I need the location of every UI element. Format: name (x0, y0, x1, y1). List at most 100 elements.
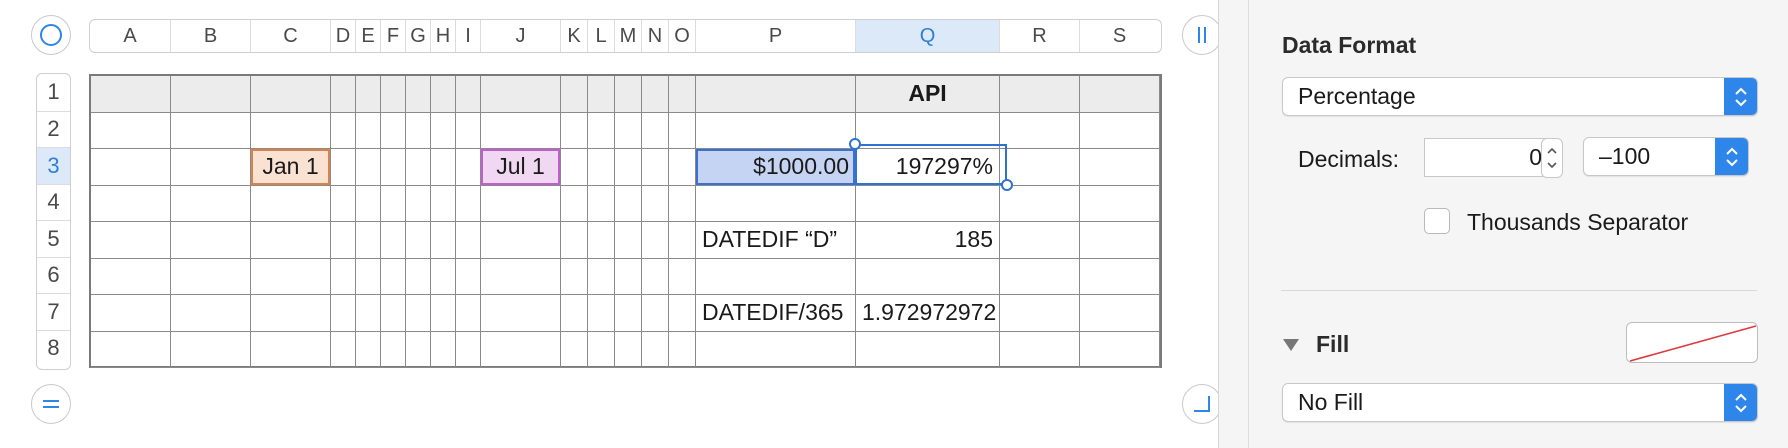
add-row-button[interactable] (31, 384, 71, 424)
cell-q3[interactable]: 197297% (856, 149, 1000, 186)
cell-c4[interactable] (251, 185, 331, 222)
cell-k1[interactable] (561, 76, 588, 113)
cell-b3[interactable] (171, 149, 251, 186)
cell-p2[interactable] (696, 112, 856, 149)
row-header-1[interactable]: 1 (37, 74, 70, 111)
cell-o1[interactable] (669, 76, 696, 113)
cell-a3[interactable] (91, 149, 171, 186)
cell-h6[interactable] (431, 258, 456, 295)
cell-g8[interactable] (406, 331, 431, 368)
cell-o2[interactable] (669, 112, 696, 149)
cell-g7[interactable] (406, 295, 431, 332)
cell-f6[interactable] (381, 258, 406, 295)
cell-h2[interactable] (431, 112, 456, 149)
cell-q2[interactable] (856, 112, 1000, 149)
cell-r4[interactable] (1000, 185, 1080, 222)
cell-r7[interactable] (1000, 295, 1080, 332)
column-header-bar[interactable]: ABCDEFGHIJKLMNOPQRS (89, 19, 1162, 53)
cell-j1[interactable] (481, 76, 561, 113)
cell-r1[interactable] (1000, 76, 1080, 113)
cell-o6[interactable] (669, 258, 696, 295)
cell-d6[interactable] (331, 258, 356, 295)
cell-a7[interactable] (91, 295, 171, 332)
cell-i1[interactable] (456, 76, 481, 113)
row-header-5[interactable]: 5 (37, 220, 70, 257)
column-header-q[interactable]: Q (855, 20, 999, 52)
cell-c8[interactable] (251, 331, 331, 368)
cell-b7[interactable] (171, 295, 251, 332)
cell-l2[interactable] (588, 112, 615, 149)
cell-c1[interactable] (251, 76, 331, 113)
cell-l3[interactable] (588, 149, 615, 186)
cell-r3[interactable] (1000, 149, 1080, 186)
cell-s8[interactable] (1080, 331, 1160, 368)
cell-a8[interactable] (91, 331, 171, 368)
column-header-a[interactable]: A (90, 20, 170, 52)
column-header-m[interactable]: M (614, 20, 641, 52)
cell-n7[interactable] (642, 295, 669, 332)
cell-a5[interactable] (91, 222, 171, 259)
cell-p8[interactable] (696, 331, 856, 368)
cell-b2[interactable] (171, 112, 251, 149)
cell-k6[interactable] (561, 258, 588, 295)
cell-m2[interactable] (615, 112, 642, 149)
cell-m5[interactable] (615, 222, 642, 259)
row-header-2[interactable]: 2 (37, 110, 70, 148)
cell-g4[interactable] (406, 185, 431, 222)
cell-n8[interactable] (642, 331, 669, 368)
cell-n2[interactable] (642, 112, 669, 149)
decimals-stepper[interactable] (1541, 138, 1563, 178)
cell-d8[interactable] (331, 331, 356, 368)
cell-s4[interactable] (1080, 185, 1160, 222)
cell-k2[interactable] (561, 112, 588, 149)
column-header-d[interactable]: D (330, 20, 355, 52)
column-header-i[interactable]: I (455, 20, 480, 52)
cell-i5[interactable] (456, 222, 481, 259)
cell-i2[interactable] (456, 112, 481, 149)
cell-n1[interactable] (642, 76, 669, 113)
cell-f5[interactable] (381, 222, 406, 259)
cell-l7[interactable] (588, 295, 615, 332)
cell-i4[interactable] (456, 185, 481, 222)
cell-r5[interactable] (1000, 222, 1080, 259)
cell-q7[interactable]: 1.972972972 (856, 295, 1000, 332)
cell-i3[interactable] (456, 149, 481, 186)
cell-l6[interactable] (588, 258, 615, 295)
cell-j4[interactable] (481, 185, 561, 222)
cell-n4[interactable] (642, 185, 669, 222)
cell-m4[interactable] (615, 185, 642, 222)
cell-e1[interactable] (356, 76, 381, 113)
column-header-o[interactable]: O (668, 20, 695, 52)
cell-f7[interactable] (381, 295, 406, 332)
cell-k8[interactable] (561, 331, 588, 368)
cell-q5[interactable]: 185 (856, 222, 1000, 259)
cell-h8[interactable] (431, 331, 456, 368)
cell-h1[interactable] (431, 76, 456, 113)
cell-o7[interactable] (669, 295, 696, 332)
cell-e5[interactable] (356, 222, 381, 259)
column-header-e[interactable]: E (355, 20, 380, 52)
cell-o5[interactable] (669, 222, 696, 259)
cell-d1[interactable] (331, 76, 356, 113)
cell-o8[interactable] (669, 331, 696, 368)
cell-r6[interactable] (1000, 258, 1080, 295)
data-format-popup[interactable]: Percentage (1282, 77, 1758, 116)
cell-s7[interactable] (1080, 295, 1160, 332)
cell-g1[interactable] (406, 76, 431, 113)
cell-e4[interactable] (356, 185, 381, 222)
cell-b4[interactable] (171, 185, 251, 222)
cell-m1[interactable] (615, 76, 642, 113)
cell-m6[interactable] (615, 258, 642, 295)
cell-d5[interactable] (331, 222, 356, 259)
cell-p6[interactable] (696, 258, 856, 295)
column-header-r[interactable]: R (999, 20, 1079, 52)
cell-i8[interactable] (456, 331, 481, 368)
cell-p4[interactable] (696, 185, 856, 222)
cell-f2[interactable] (381, 112, 406, 149)
cell-s3[interactable] (1080, 149, 1160, 186)
cell-e7[interactable] (356, 295, 381, 332)
table-grid[interactable]: API Jan 1 Jul 1 $1000.00 197297% DATEDIF “D” 1… (89, 74, 1162, 368)
cell-p5[interactable]: DATEDIF “D” (696, 222, 856, 259)
cell-q1[interactable]: API (856, 76, 1000, 113)
cell-g2[interactable] (406, 112, 431, 149)
